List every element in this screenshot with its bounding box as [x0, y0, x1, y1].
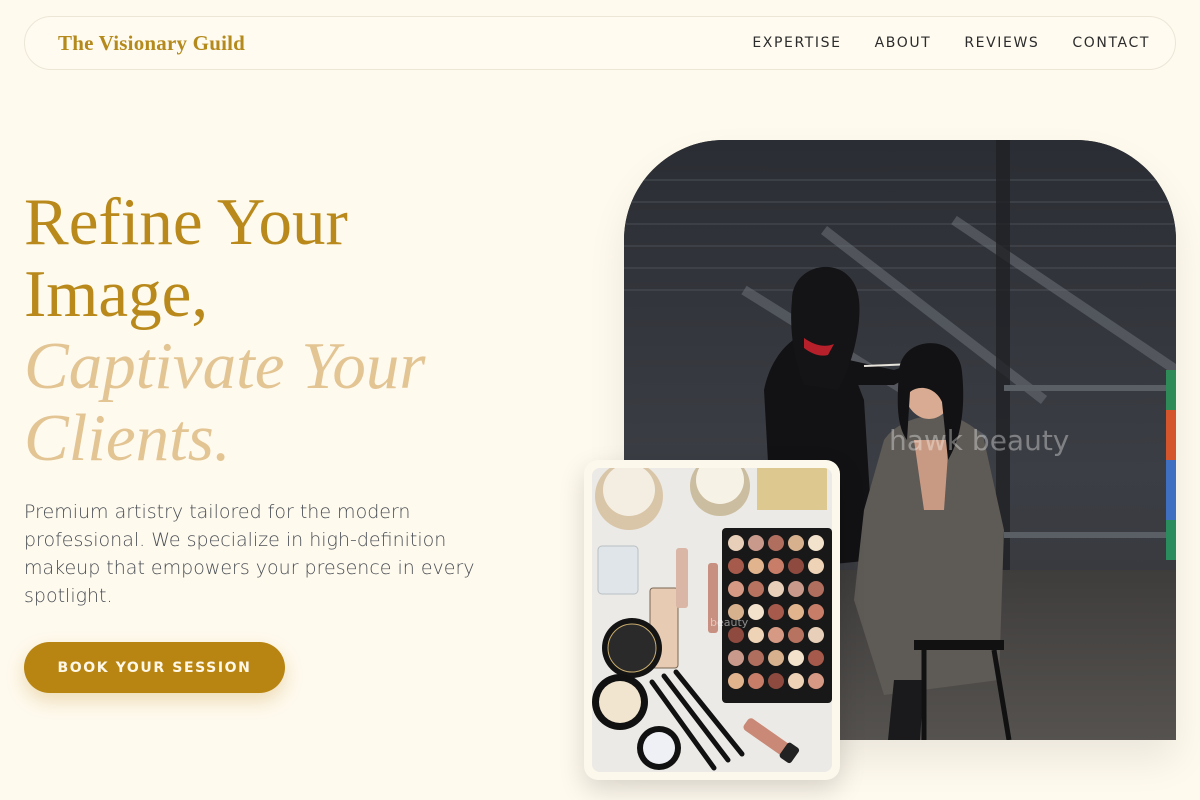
eyeshadow-pan — [768, 627, 784, 643]
main-photo-watermark: hawk beauty — [889, 424, 1069, 457]
hero-description: Premium artistry tailored for the modern… — [24, 501, 475, 607]
brand-logo[interactable]: The Visionary Guild — [58, 31, 245, 56]
eyeshadow-pan — [768, 673, 784, 689]
headline-line-2: Image, — [24, 257, 209, 331]
eyeshadow-pan — [788, 604, 804, 620]
eyeshadow-pan — [788, 650, 804, 666]
eyeshadow-pan — [748, 581, 764, 597]
eyeshadow-pan — [748, 673, 764, 689]
eyeshadow-pan — [808, 650, 824, 666]
eyeshadow-pan — [748, 627, 764, 643]
makeup-products-illustration: beauty — [592, 468, 832, 772]
eyeshadow-pan — [808, 627, 824, 643]
eyeshadow-pan — [748, 558, 764, 574]
eyeshadow-pan — [728, 535, 744, 551]
headline-line-4: Clients. — [24, 401, 231, 475]
eyeshadow-pan — [768, 581, 784, 597]
nav-link-about[interactable]: ABOUT — [875, 35, 932, 51]
eyeshadow-pan — [808, 604, 824, 620]
eyeshadow-pan — [808, 673, 824, 689]
nav-link-expertise[interactable]: EXPERTISE — [752, 35, 841, 51]
eyeshadow-pan — [748, 650, 764, 666]
eyeshadow-pan — [728, 558, 744, 574]
eyeshadow-pan — [808, 581, 824, 597]
headline-line-1: Refine Your — [24, 185, 348, 259]
eyeshadow-pan — [768, 558, 784, 574]
eyeshadow-pan — [768, 535, 784, 551]
eyeshadow-pan — [728, 673, 744, 689]
nav-link-contact[interactable]: CONTACT — [1072, 35, 1150, 51]
eyeshadow-pan — [788, 673, 804, 689]
top-navbar: The Visionary Guild EXPERTISE ABOUT REVI… — [24, 16, 1176, 70]
nav-menu: EXPERTISE ABOUT REVIEWS CONTACT — [752, 35, 1150, 51]
eyeshadow-pan — [788, 535, 804, 551]
eyeshadow-pan — [748, 604, 764, 620]
eyeshadow-pan — [808, 535, 824, 551]
eyeshadow-pan — [748, 535, 764, 551]
eyeshadow-pan — [768, 604, 784, 620]
eyeshadow-pan — [788, 627, 804, 643]
nav-link-reviews[interactable]: REVIEWS — [964, 35, 1039, 51]
book-session-button[interactable]: BOOK YOUR SESSION — [24, 642, 285, 693]
eyeshadow-pan — [808, 558, 824, 574]
eyeshadow-pan — [728, 581, 744, 597]
landing-page: The Visionary Guild EXPERTISE ABOUT REVI… — [0, 0, 1200, 800]
eyeshadow-pan — [788, 558, 804, 574]
headline-line-3: Captivate Your — [24, 329, 426, 403]
eyeshadow-pan — [728, 650, 744, 666]
eyeshadow-pan — [728, 627, 744, 643]
inset-photo-watermark: beauty — [710, 616, 749, 629]
inset-photo-makeup-products: beauty — [592, 468, 832, 772]
eyeshadow-pan — [788, 581, 804, 597]
hero-headline: Refine Your Image, Captivate Your Client… — [24, 186, 544, 474]
inset-photo-frame: beauty — [584, 460, 840, 780]
eyeshadow-pan — [768, 650, 784, 666]
